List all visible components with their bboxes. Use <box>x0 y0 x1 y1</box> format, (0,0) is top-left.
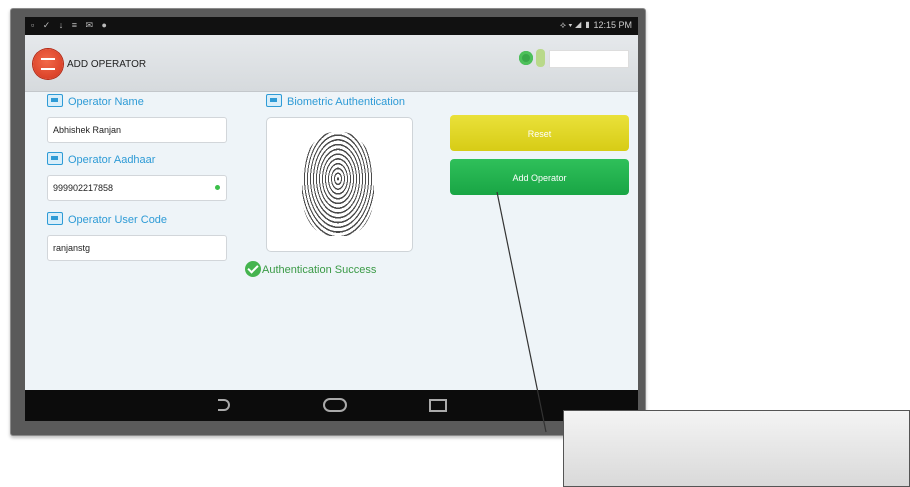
callout-line <box>496 191 547 433</box>
callout-box <box>563 410 910 487</box>
